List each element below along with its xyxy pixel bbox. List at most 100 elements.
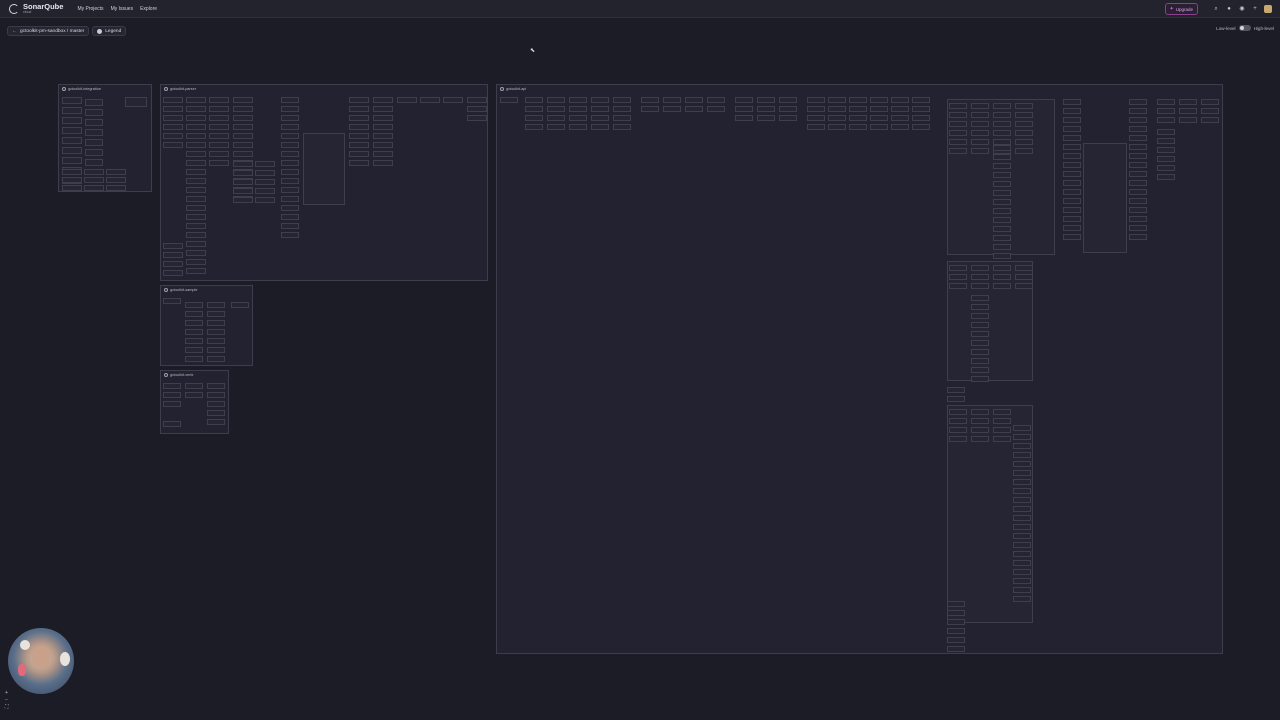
component-box[interactable] (641, 97, 659, 103)
component-box[interactable] (209, 142, 229, 148)
component-box[interactable] (1129, 207, 1147, 213)
component-box[interactable] (1157, 129, 1175, 135)
component-box[interactable] (106, 185, 126, 191)
component-box[interactable] (912, 115, 930, 121)
component-box[interactable] (281, 232, 299, 238)
component-box[interactable] (912, 124, 930, 130)
upgrade-button[interactable]: ✦ Upgrade (1164, 3, 1198, 15)
component-box[interactable] (971, 274, 989, 280)
component-box[interactable] (186, 160, 206, 166)
component-box[interactable] (993, 145, 1011, 151)
component-box[interactable] (912, 106, 930, 112)
component-box[interactable] (971, 367, 989, 373)
component-box[interactable] (186, 268, 206, 274)
component-box[interactable] (891, 115, 909, 121)
component-box[interactable] (281, 124, 299, 130)
component-box[interactable] (1015, 112, 1033, 118)
component-box[interactable] (1129, 126, 1147, 132)
component-box[interactable] (993, 208, 1011, 214)
component-box[interactable] (233, 115, 253, 121)
component-box[interactable] (993, 427, 1011, 433)
component-box[interactable] (993, 244, 1011, 250)
component-box[interactable] (186, 232, 206, 238)
component-box[interactable] (971, 103, 989, 109)
module-gctoolkit-integration[interactable]: gctoolkit-integration (58, 84, 152, 192)
component-box[interactable] (207, 392, 225, 398)
component-box[interactable] (163, 261, 183, 267)
component-box[interactable] (163, 243, 183, 249)
component-box[interactable] (613, 115, 631, 121)
component-box[interactable] (373, 160, 393, 166)
component-box[interactable] (207, 356, 225, 362)
module-gctoolkit-api[interactable]: gctoolkit-api (496, 84, 1223, 654)
sonarqube-logo[interactable]: SonarQube cloud (9, 2, 63, 15)
level-switch[interactable] (1238, 25, 1251, 31)
component-box[interactable] (186, 169, 206, 175)
component-box[interactable] (947, 601, 965, 607)
component-box[interactable] (663, 97, 681, 103)
component-box[interactable] (1063, 126, 1081, 132)
component-box[interactable] (779, 97, 797, 103)
component-box[interactable] (373, 115, 393, 121)
component-box[interactable] (303, 133, 345, 205)
component-box[interactable] (1201, 99, 1219, 105)
component-box[interactable] (1013, 434, 1031, 440)
component-box[interactable] (207, 401, 225, 407)
component-box[interactable] (828, 124, 846, 130)
component-box[interactable] (971, 418, 989, 424)
component-box[interactable] (207, 302, 225, 308)
component-box[interactable] (349, 142, 369, 148)
component-box[interactable] (971, 304, 989, 310)
component-box[interactable] (186, 133, 206, 139)
component-box[interactable] (467, 115, 487, 121)
back-to-project-button[interactable]: ← gctoolkit-pm-sandbox / master (7, 26, 90, 36)
component-box[interactable] (1013, 443, 1031, 449)
component-box[interactable] (971, 349, 989, 355)
component-box[interactable] (971, 283, 989, 289)
component-box[interactable] (163, 124, 183, 130)
component-box[interactable] (185, 302, 203, 308)
component-box[interactable] (209, 106, 229, 112)
component-box[interactable] (993, 418, 1011, 424)
component-box[interactable] (971, 427, 989, 433)
component-box[interactable] (1179, 99, 1197, 105)
legend-button[interactable]: Legend (92, 26, 127, 36)
component-box[interactable] (233, 151, 253, 157)
component-box[interactable] (993, 409, 1011, 415)
component-box[interactable] (1157, 147, 1175, 153)
component-box[interactable] (281, 142, 299, 148)
component-box[interactable] (591, 97, 609, 103)
component-box[interactable] (971, 331, 989, 337)
component-box[interactable] (1157, 117, 1175, 123)
component-box[interactable] (993, 274, 1011, 280)
component-box[interactable] (1015, 274, 1033, 280)
component-box[interactable] (186, 115, 206, 121)
component-box[interactable] (1015, 103, 1033, 109)
component-box[interactable] (949, 274, 967, 280)
component-box[interactable] (949, 103, 967, 109)
component-box[interactable] (947, 619, 965, 625)
component-box[interactable] (233, 106, 253, 112)
plus-icon[interactable]: + (1251, 5, 1259, 13)
component-box[interactable] (949, 409, 967, 415)
component-box[interactable] (209, 97, 229, 103)
component-box[interactable] (1129, 99, 1147, 105)
component-box[interactable] (281, 169, 299, 175)
component-box[interactable] (947, 646, 965, 652)
component-box[interactable] (233, 97, 253, 103)
component-box[interactable] (1063, 180, 1081, 186)
component-box[interactable] (185, 383, 203, 389)
component-box[interactable] (993, 163, 1011, 169)
component-box[interactable] (1063, 117, 1081, 123)
component-box[interactable] (993, 253, 1011, 259)
component-box[interactable] (1063, 108, 1081, 114)
component-box[interactable] (1015, 139, 1033, 145)
component-box[interactable] (993, 103, 1011, 109)
component-box[interactable] (971, 376, 989, 382)
component-box[interactable] (1129, 144, 1147, 150)
component-box[interactable] (125, 97, 147, 107)
component-box[interactable] (891, 106, 909, 112)
component-box[interactable] (281, 133, 299, 139)
component-box[interactable] (971, 322, 989, 328)
component-box[interactable] (163, 106, 183, 112)
